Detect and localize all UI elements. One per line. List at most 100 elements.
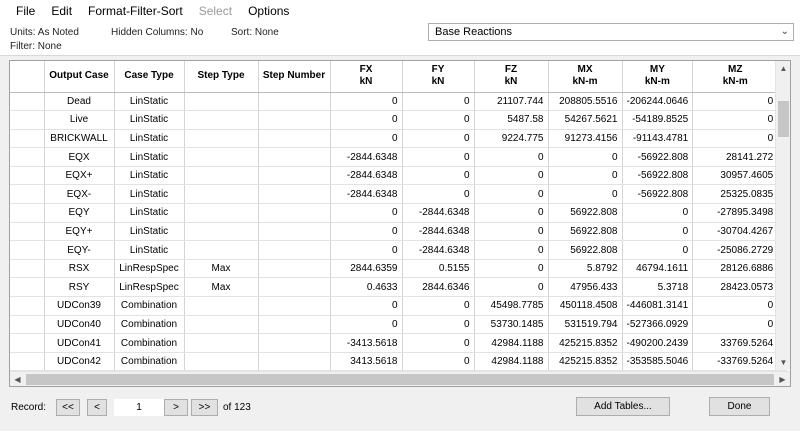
- row-selector[interactable]: [10, 222, 45, 242]
- table-cell[interactable]: 0: [330, 222, 403, 242]
- table-row[interactable]: Live LinStatic 0 0 5487.58 54267.5621 -54189.8…: [10, 110, 788, 130]
- table-cell[interactable]: 28423.0573: [692, 277, 779, 298]
- table-cell[interactable]: -2844.6348: [330, 184, 403, 205]
- table-cell[interactable]: 0: [402, 166, 475, 186]
- table-cell[interactable]: 208805.5516: [548, 92, 623, 112]
- table-cell[interactable]: Combination: [114, 333, 185, 353]
- table-row[interactable]: EQY LinStatic 0 -2844.6348 0 56922.808 0 -27895…: [10, 203, 788, 223]
- scroll-left-icon[interactable]: ◀: [10, 372, 25, 386]
- table-cell[interactable]: -2844.6348: [330, 147, 403, 167]
- table-cell[interactable]: EQY-: [44, 240, 115, 260]
- table-cell[interactable]: LinStatic: [114, 203, 185, 223]
- table-cell[interactable]: LinStatic: [114, 92, 185, 112]
- col-header[interactable]: MX kN-m: [548, 61, 623, 93]
- table-cell[interactable]: EQY: [44, 203, 115, 223]
- row-selector[interactable]: [10, 315, 45, 335]
- table-cell[interactable]: Max: [184, 259, 259, 279]
- table-row[interactable]: UDCon41 Combination -3413.5618 0 42984.1188 4…: [10, 333, 788, 353]
- table-cell[interactable]: 42984.1188: [474, 352, 549, 372]
- table-cell[interactable]: -56922.808: [622, 166, 694, 186]
- record-number-input[interactable]: 1: [114, 399, 164, 416]
- table-row[interactable]: UDCon42 Combination 3413.5618 0 42984.1188 42…: [10, 352, 788, 372]
- table-cell[interactable]: -33769.5264: [692, 352, 779, 372]
- table-cell[interactable]: 0: [692, 129, 779, 149]
- table-cell[interactable]: [184, 333, 259, 353]
- table-cell[interactable]: LinStatic: [114, 147, 185, 167]
- table-cell[interactable]: 0.4633: [330, 277, 403, 298]
- add-tables-button[interactable]: Add Tables...: [576, 397, 670, 416]
- table-cell[interactable]: 42984.1188: [474, 333, 549, 353]
- table-cell[interactable]: [258, 92, 331, 112]
- done-button[interactable]: Done: [709, 397, 770, 416]
- table-cell[interactable]: 0: [330, 315, 403, 335]
- table-row[interactable]: EQX- LinStatic -2844.6348 0 0 0 -56922.808 2532…: [10, 184, 788, 205]
- table-cell[interactable]: 28126.6886: [692, 259, 779, 279]
- table-cell[interactable]: LinStatic: [114, 166, 185, 186]
- col-header[interactable]: Step Type: [184, 61, 259, 93]
- table-cell[interactable]: 0.5155: [402, 259, 475, 279]
- table-cell[interactable]: -527366.0929: [622, 315, 694, 335]
- table-cell[interactable]: 425215.8352: [548, 352, 623, 372]
- table-cell[interactable]: 0: [474, 166, 549, 186]
- table-cell[interactable]: Max: [184, 277, 259, 298]
- table-selector-dropdown[interactable]: Base Reactions ⌄: [428, 23, 794, 41]
- table-cell[interactable]: -2844.6348: [402, 203, 475, 223]
- table-cell[interactable]: 0: [402, 129, 475, 149]
- menu-file[interactable]: File: [8, 0, 43, 22]
- last-record-button[interactable]: >>: [191, 399, 218, 416]
- col-header[interactable]: FX kN: [330, 61, 403, 93]
- table-cell[interactable]: 0: [402, 333, 475, 353]
- table-cell[interactable]: 2844.6359: [330, 259, 403, 279]
- row-selector[interactable]: [10, 296, 45, 316]
- table-cell[interactable]: 0: [692, 296, 779, 316]
- table-cell[interactable]: LinStatic: [114, 129, 185, 149]
- table-cell[interactable]: LinStatic: [114, 240, 185, 260]
- table-row[interactable]: Dead LinStatic 0 0 21107.744 208805.5516 -2062…: [10, 92, 788, 112]
- col-header[interactable]: Step Number: [258, 61, 331, 93]
- table-cell[interactable]: 0: [330, 203, 403, 223]
- table-cell[interactable]: 21107.744: [474, 92, 549, 112]
- row-selector[interactable]: [10, 166, 45, 186]
- table-cell[interactable]: [258, 352, 331, 372]
- row-selector[interactable]: [10, 110, 45, 130]
- table-cell[interactable]: LinStatic: [114, 184, 185, 205]
- table-cell[interactable]: 0: [402, 352, 475, 372]
- table-cell[interactable]: 5.8792: [548, 259, 623, 279]
- table-cell[interactable]: Dead: [44, 92, 115, 112]
- col-header[interactable]: Case Type: [114, 61, 185, 93]
- col-header[interactable]: Output Case: [44, 61, 115, 93]
- row-selector[interactable]: [10, 147, 45, 167]
- table-cell[interactable]: RSX: [44, 259, 115, 279]
- row-selector[interactable]: [10, 240, 45, 260]
- menu-options[interactable]: Options: [240, 0, 297, 22]
- table-cell[interactable]: [184, 129, 259, 149]
- table-cell[interactable]: 5487.58: [474, 110, 549, 130]
- next-record-button[interactable]: >: [164, 399, 188, 416]
- table-cell[interactable]: LinStatic: [114, 110, 185, 130]
- vertical-scrollbar[interactable]: ▲ ▼: [775, 61, 790, 370]
- table-cell[interactable]: UDCon39: [44, 296, 115, 316]
- table-cell[interactable]: -2844.6348: [402, 222, 475, 242]
- scroll-right-icon[interactable]: ▶: [775, 372, 790, 386]
- table-cell[interactable]: 56922.808: [548, 240, 623, 260]
- table-row[interactable]: UDCon39 Combination 0 0 45498.7785 450118.450…: [10, 296, 788, 316]
- table-cell[interactable]: Combination: [114, 315, 185, 335]
- row-selector[interactable]: [10, 184, 45, 205]
- col-header[interactable]: FZ kN: [474, 61, 549, 93]
- table-cell[interactable]: 54267.5621: [548, 110, 623, 130]
- table-cell[interactable]: [184, 184, 259, 205]
- table-cell[interactable]: [258, 147, 331, 167]
- table-cell[interactable]: Live: [44, 110, 115, 130]
- table-cell[interactable]: -91143.4781: [622, 129, 694, 149]
- table-cell[interactable]: EQX+: [44, 166, 115, 186]
- table-cell[interactable]: 91273.4156: [548, 129, 623, 149]
- table-row[interactable]: RSX LinRespSpec Max 2844.6359 0.5155 0 5.8792 4…: [10, 259, 788, 279]
- table-cell[interactable]: 0: [330, 296, 403, 316]
- table-cell[interactable]: 0: [402, 184, 475, 205]
- table-cell[interactable]: -54189.8525: [622, 110, 694, 130]
- table-cell[interactable]: UDCon42: [44, 352, 115, 372]
- table-cell[interactable]: 425215.8352: [548, 333, 623, 353]
- table-cell[interactable]: 450118.4508: [548, 296, 623, 316]
- table-cell[interactable]: [258, 166, 331, 186]
- row-selector[interactable]: [10, 259, 45, 279]
